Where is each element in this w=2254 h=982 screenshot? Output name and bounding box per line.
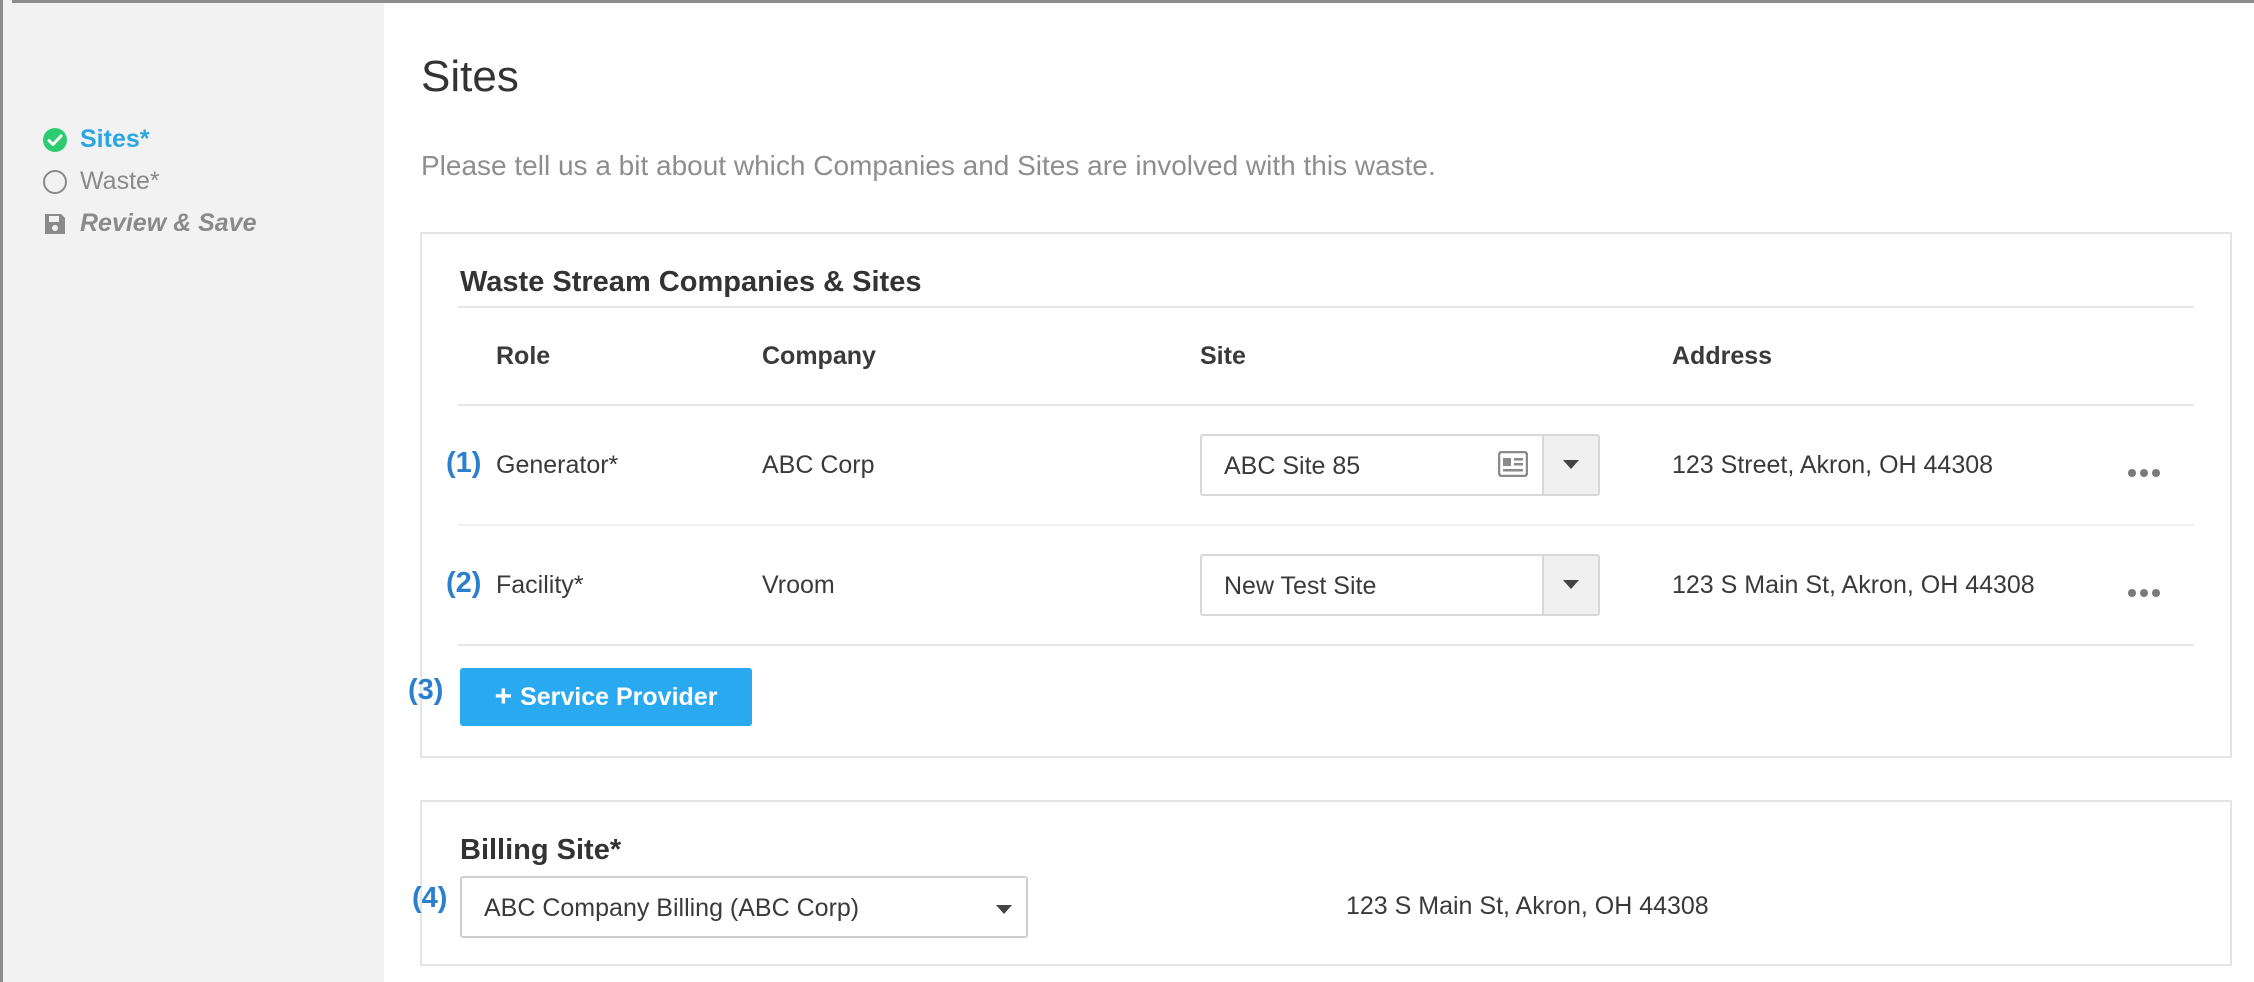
site-select-value: ABC Site 85 <box>1224 452 1361 480</box>
card-title: Waste Stream Companies & Sites <box>460 266 922 298</box>
save-icon <box>42 211 68 237</box>
dropdown-toggle[interactable] <box>1542 436 1598 494</box>
site-select-generator[interactable]: ABC Site 85 <box>1200 434 1600 496</box>
more-options-icon[interactable] <box>2128 468 2160 478</box>
page-title: Sites <box>421 52 519 101</box>
annotation-marker: (4) <box>412 882 448 914</box>
column-header-address: Address <box>1672 342 1773 370</box>
add-service-provider-button[interactable]: + Service Provider <box>460 668 752 726</box>
waste-stream-sites-card: Waste Stream Companies & Sites Role Comp… <box>408 232 2232 758</box>
divider <box>458 644 2194 646</box>
sidebar-step-label: Sites* <box>80 125 150 153</box>
card-title: Billing Site* <box>460 834 622 866</box>
row-company: Vroom <box>762 571 835 599</box>
caret-down-icon <box>996 902 1012 920</box>
annotation-marker: (1) <box>446 447 482 479</box>
sidebar: Sites* Waste* Review & Save <box>12 3 384 982</box>
button-label: Service Provider <box>520 682 718 711</box>
plus-icon: + <box>494 680 513 713</box>
column-header-role: Role <box>496 342 551 370</box>
more-options-icon[interactable] <box>2128 588 2160 598</box>
annotation-marker: (3) <box>408 674 444 706</box>
row-address: 123 S Main St, Akron, OH 44308 <box>1672 571 2035 599</box>
caret-down-icon <box>1563 460 1579 469</box>
row-role: Generator* <box>496 451 619 479</box>
sidebar-step-label: Waste* <box>80 167 160 195</box>
billing-site-select[interactable]: ABC Company Billing (ABC Corp) <box>460 876 1028 938</box>
billing-site-card: Billing Site* (4) ABC Company Billing (A… <box>412 800 2232 966</box>
annotation-marker: (2) <box>446 567 482 599</box>
empty-circle-icon <box>42 169 68 195</box>
address-card-icon[interactable] <box>1497 450 1529 478</box>
divider <box>458 404 2194 406</box>
page-description: Please tell us a bit about which Compani… <box>421 150 1436 181</box>
dropdown-toggle[interactable] <box>1542 556 1598 614</box>
sidebar-step-sites[interactable]: Sites* <box>42 125 149 154</box>
site-select-facility[interactable]: New Test Site <box>1200 554 1600 616</box>
divider <box>458 524 2194 526</box>
divider <box>458 306 2194 308</box>
billing-select-value: ABC Company Billing (ABC Corp) <box>484 894 860 922</box>
sidebar-step-label: Review & Save <box>80 209 257 237</box>
sidebar-step-waste[interactable]: Waste* <box>42 167 160 196</box>
column-header-company: Company <box>762 342 876 370</box>
billing-address: 123 S Main St, Akron, OH 44308 <box>1346 892 1709 920</box>
site-select-value: New Test Site <box>1224 572 1377 600</box>
column-header-site: Site <box>1200 342 1246 370</box>
row-role: Facility* <box>496 571 584 599</box>
caret-down-icon <box>1563 580 1579 589</box>
sidebar-step-review[interactable]: Review & Save <box>42 209 257 238</box>
window-frame-left <box>0 0 12 982</box>
row-address: 123 Street, Akron, OH 44308 <box>1672 451 1994 479</box>
check-circle-icon <box>42 127 68 153</box>
row-company: ABC Corp <box>762 451 875 479</box>
